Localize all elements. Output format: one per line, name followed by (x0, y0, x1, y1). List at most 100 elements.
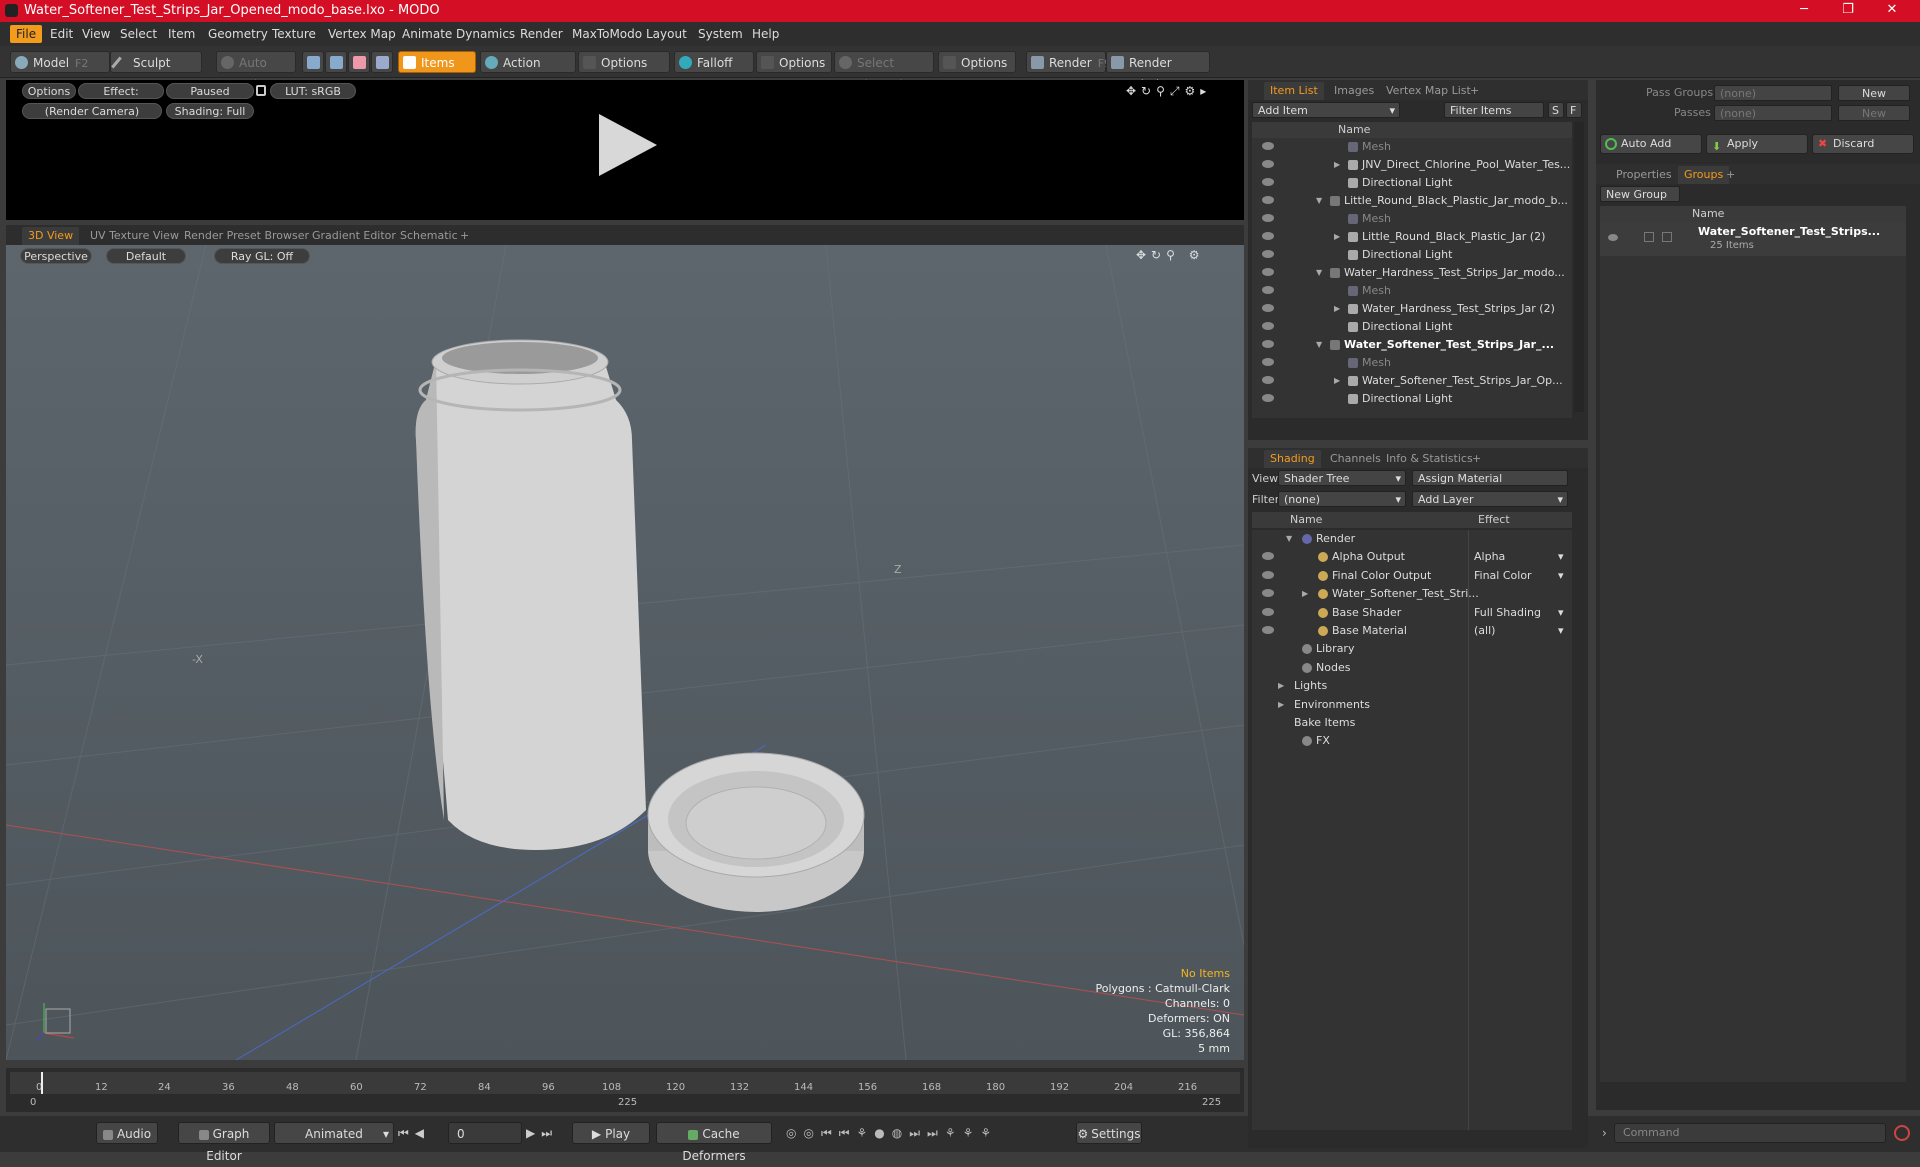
add-tab-button[interactable]: + (1466, 450, 1487, 468)
menu-help[interactable]: Help (746, 25, 785, 43)
transport-back-controls[interactable]: ⏮◀ (398, 1126, 430, 1141)
eye-icon[interactable] (1608, 234, 1618, 241)
tree-row[interactable]: Directional Light (1252, 318, 1582, 336)
discard-button[interactable]: ✖ Discard (1812, 134, 1914, 154)
render-camera-dropdown[interactable]: (Render Camera) (22, 103, 162, 119)
item-list-scrollbar[interactable] (1574, 122, 1584, 412)
tab-gradient-editor[interactable]: Gradient Editor (306, 227, 402, 245)
expand-arrow-icon[interactable]: ▶ (1278, 677, 1284, 695)
new-group-button[interactable]: New Group (1600, 186, 1680, 202)
select-through-options-button[interactable]: Options (938, 51, 1016, 73)
tree-row[interactable]: Mesh (1252, 354, 1582, 372)
eye-icon[interactable] (1262, 214, 1274, 222)
tree-row[interactable]: Mesh (1252, 210, 1582, 228)
tree-row[interactable]: ▼ Little_Round_Black_Plastic_Jar_modo_b..… (1252, 192, 1582, 210)
menu-item[interactable]: Item (162, 25, 201, 43)
menu-dynamics[interactable]: Dynamics (450, 25, 521, 43)
action-center-options-button[interactable]: Options (578, 51, 670, 73)
checkbox-icon[interactable] (1662, 232, 1672, 242)
eye-icon[interactable] (1262, 607, 1274, 616)
menu-render[interactable]: Render (514, 25, 569, 43)
effect-value[interactable]: (all) (1474, 622, 1495, 640)
shader-row[interactable]: FX (1252, 732, 1582, 750)
3d-viewport[interactable]: Perspective Default Ray GL: Off ✥↻⚲ ⚙ -X… (6, 245, 1244, 1060)
filter-dropdown[interactable]: (none) ▾ (1278, 491, 1406, 507)
eye-icon[interactable] (1262, 232, 1274, 240)
passes-dropdown[interactable]: (none) (1714, 105, 1832, 121)
play-icon[interactable] (591, 110, 661, 180)
model-mode-button[interactable]: Model F2 (10, 51, 110, 73)
shader-row[interactable]: ▼ Render (1252, 530, 1582, 548)
auto-select-button[interactable]: Auto Select (216, 51, 296, 92)
tree-row[interactable]: Mesh (1252, 138, 1582, 156)
add-layer-dropdown[interactable]: Add Layer ▾ (1412, 491, 1568, 507)
chevron-down-icon[interactable]: ▾ (1558, 604, 1564, 622)
animated-dropdown[interactable]: Animated ▾ (274, 1122, 394, 1144)
eye-icon[interactable] (1262, 304, 1274, 312)
viewport-nav-controls[interactable]: ✥↻⚲ ⚙ (1136, 248, 1236, 262)
menu-animate[interactable]: Animate (396, 25, 458, 43)
tab-3d-view[interactable]: 3D View (22, 227, 80, 245)
tree-row[interactable]: ▶ Water_Hardness_Test_Strips_Jar (2) (1252, 300, 1582, 318)
shader-row[interactable]: ▶ Environments (1252, 696, 1582, 714)
key-tools[interactable]: ◎◎⏮⏮⚘●◍⏭⏭⚘⚘⚘ (786, 1126, 998, 1141)
tab-images[interactable]: Images (1328, 82, 1380, 100)
tree-row[interactable]: ▶ Water_Softener_Test_Strips_Jar_Op... (1252, 372, 1582, 390)
chevron-down-icon[interactable]: ▾ (1558, 622, 1564, 640)
items-mode-button[interactable]: Items (398, 51, 476, 73)
falloff-options-button[interactable]: Options (756, 51, 832, 73)
tree-row[interactable]: ▼ Water_Hardness_Test_Strips_Jar_modo... (1252, 264, 1582, 282)
shader-row[interactable]: Alpha Output Alpha ▾ (1252, 548, 1582, 566)
tree-row[interactable]: Directional Light (1252, 174, 1582, 192)
tab-item-list[interactable]: Item List (1264, 82, 1324, 100)
eye-icon[interactable] (1262, 196, 1274, 204)
checkbox-icon[interactable] (1644, 232, 1654, 242)
filter-f-button[interactable]: F (1566, 102, 1582, 118)
materials-mode-button[interactable] (371, 51, 393, 73)
assign-material-button[interactable]: Assign Material (1412, 470, 1568, 486)
add-tab-button[interactable]: + (1464, 82, 1485, 100)
frame-input[interactable]: 0 (448, 1122, 522, 1144)
lut-dropdown[interactable]: LUT: sRGB (270, 83, 356, 99)
perspective-dropdown[interactable]: Perspective (20, 248, 92, 264)
play-button[interactable]: ▶ Play (572, 1122, 650, 1144)
eye-icon[interactable] (1262, 268, 1274, 276)
eye-icon[interactable] (1262, 322, 1274, 330)
expand-arrow-icon[interactable]: ▶ (1334, 156, 1340, 174)
add-tab-button[interactable]: + (1720, 166, 1741, 184)
shader-row[interactable]: ▶ Lights (1252, 677, 1582, 695)
menu-geometry[interactable]: Geometry (202, 25, 274, 43)
tab-vertex-map-list[interactable]: Vertex Map List (1380, 82, 1477, 100)
effect-value[interactable]: Final Color (1474, 567, 1532, 585)
shader-row[interactable]: Final Color Output Final Color ▾ (1252, 567, 1582, 585)
expand-arrow-icon[interactable]: ▶ (1334, 228, 1340, 246)
polygons-mode-button[interactable] (348, 51, 370, 73)
eye-icon[interactable] (1262, 589, 1274, 598)
eye-icon[interactable] (1262, 340, 1274, 348)
eye-icon[interactable] (1262, 160, 1274, 168)
tree-row[interactable]: Directional Light (1252, 246, 1582, 264)
cache-deformers-button[interactable]: Cache Deformers (656, 1122, 772, 1163)
expand-arrow-icon[interactable]: ▼ (1316, 192, 1322, 210)
shader-row[interactable]: ▶ Water_Softener_Test_Stri... (1252, 585, 1582, 603)
tree-row[interactable]: ▶ JNV_Direct_Chlorine_Pool_Water_Tes... (1252, 156, 1582, 174)
menu-vertex-map[interactable]: Vertex Map (322, 25, 402, 43)
timeline-ruler[interactable]: 0 12 24 36 48 60 72 84 96 108 120 132 14… (10, 1072, 1240, 1094)
audio-button[interactable]: Audio (96, 1122, 158, 1144)
graph-editor-button[interactable]: Graph Editor (178, 1122, 270, 1163)
lid-model[interactable] (636, 745, 876, 920)
shader-row[interactable]: Base Material (all) ▾ (1252, 622, 1582, 640)
apply-button[interactable]: ⬇ Apply (1706, 134, 1808, 154)
lock-icon[interactable] (256, 85, 266, 96)
eye-icon[interactable] (1262, 552, 1274, 561)
tab-info-statistics[interactable]: Info & Statistics (1380, 450, 1479, 468)
shader-row[interactable]: Bake Items (1252, 714, 1582, 732)
sculpt-mode-button[interactable]: Sculpt (110, 51, 202, 73)
expand-arrow-icon[interactable]: ▶ (1278, 696, 1284, 714)
tab-shading[interactable]: Shading (1264, 450, 1321, 468)
pass-groups-new-button[interactable]: New (1838, 85, 1910, 101)
record-icon[interactable] (1894, 1125, 1910, 1141)
shader-row[interactable]: Base Shader Full Shading ▾ (1252, 604, 1582, 622)
tree-row[interactable]: ▼ Water_Softener_Test_Strips_Jar_... (1252, 336, 1582, 354)
render-button[interactable]: Render F9 (1026, 51, 1111, 73)
